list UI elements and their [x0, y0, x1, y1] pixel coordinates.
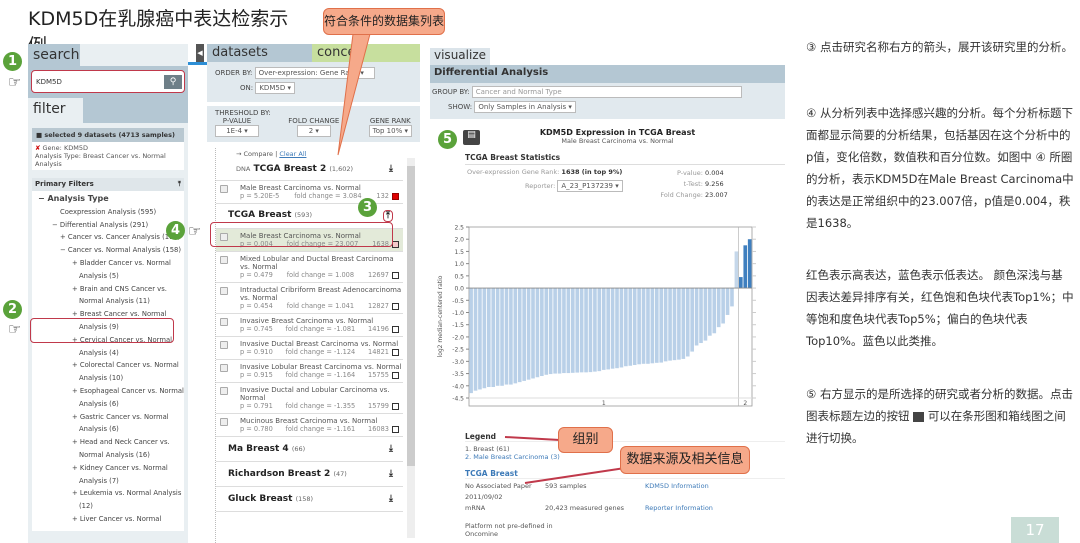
callout-source: 数据来源及相关信息	[620, 446, 750, 474]
callout-pointer	[337, 33, 371, 156]
step-3-badge: 3	[358, 198, 377, 217]
note-step-5: ⑤ 右方显示的是所选择的研究或者分析的数据。点击图表标题左边的按钮 可以在条形图…	[806, 383, 1074, 449]
chart-toggle-icon	[913, 411, 925, 422]
step-5-badge: 5	[438, 130, 457, 149]
callout-group: 组别	[558, 427, 613, 453]
pointing-hand-icon: ☞	[8, 320, 22, 338]
step-2-badge: 2	[3, 300, 22, 319]
page-number: 17	[1011, 517, 1059, 543]
step-4-badge: 4	[166, 221, 185, 240]
note-step-3: ③ 点击研究名称右方的箭头，展开该研究里的分析。	[806, 40, 1073, 54]
note-colors: 红色表示高表达，蓝色表示低表达。 颜色深浅与基因表达差异排序有关，红色饱和色块代…	[806, 268, 1074, 348]
note-step-4: ④ 从分析列表中选择感兴趣的分析。每个分析标题下面都显示简要的分析结果，包括基因…	[806, 106, 1074, 230]
callout-datasets-list: 符合条件的数据集列表	[323, 8, 445, 35]
callout-pointer	[524, 467, 626, 484]
pointing-hand-icon: ☞	[8, 73, 22, 91]
pointing-hand-icon: ☞	[188, 222, 202, 240]
callout-pointer	[504, 436, 561, 441]
step-1-badge: 1	[3, 52, 22, 71]
